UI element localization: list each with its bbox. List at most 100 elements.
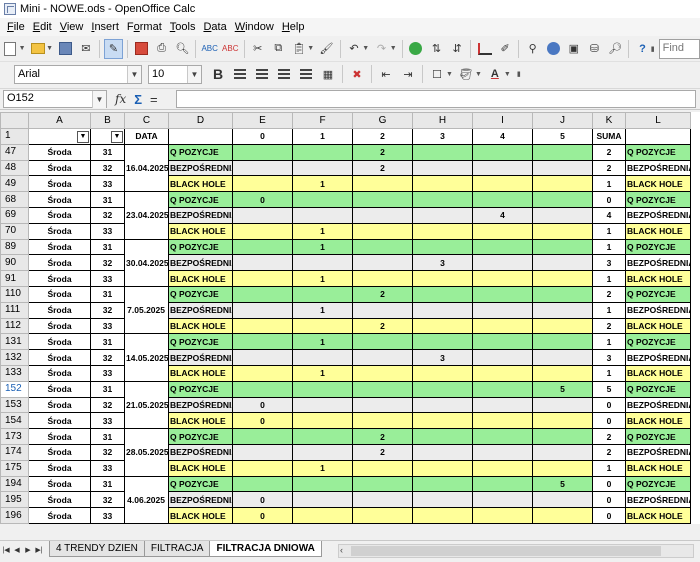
value-cell[interactable] (532, 491, 593, 509)
value-cell[interactable] (532, 396, 593, 414)
day-cell[interactable]: Środa (28, 349, 91, 366)
category-label-cell[interactable]: BLACK HOLE (625, 459, 691, 477)
number-cell[interactable]: 33 (90, 175, 125, 193)
last-sheet-icon[interactable]: ▶| (34, 545, 44, 557)
category-label-cell[interactable]: BEZPOŚREDNIA (625, 396, 691, 414)
header-cell[interactable]: ▼ (28, 128, 91, 145)
header-cell[interactable]: ▼ (90, 128, 125, 145)
category-label-cell[interactable]: Q POZYCJE (625, 333, 691, 351)
value-cell[interactable] (352, 254, 413, 272)
value-cell[interactable] (472, 507, 533, 524)
value-cell[interactable] (412, 364, 473, 382)
sum-cell[interactable]: 0 (592, 507, 626, 524)
autofilter-button[interactable]: ▼ (111, 130, 123, 143)
find-replace-icon[interactable]: ⚲ (523, 39, 542, 59)
category-cell[interactable]: Q POZYCJE (168, 238, 233, 256)
data-sources-icon[interactable]: ⛁ (585, 39, 604, 59)
autofilter-button[interactable]: ▼ (77, 130, 89, 143)
category-cell[interactable]: BEZPOŚREDNIA (168, 206, 233, 224)
chevron-down-icon[interactable]: ▼ (187, 65, 201, 83)
value-cell[interactable] (472, 443, 533, 461)
column-header-b[interactable]: B (90, 112, 125, 129)
menu-tools[interactable]: Tools (166, 18, 200, 36)
day-cell[interactable]: Środa (28, 443, 91, 461)
prev-sheet-icon[interactable]: ◀ (12, 545, 22, 557)
number-cell[interactable]: 32 (90, 254, 125, 272)
value-cell[interactable] (532, 206, 593, 224)
value-cell[interactable]: 3 (412, 349, 473, 366)
value-cell[interactable] (232, 428, 293, 445)
column-header-k[interactable]: K (592, 112, 626, 129)
category-cell[interactable]: BLACK HOLE (168, 222, 233, 240)
category-cell[interactable]: Q POZYCJE (168, 285, 233, 303)
value-cell[interactable] (232, 349, 293, 366)
chevron-down-icon[interactable]: ▼ (475, 71, 482, 78)
day-cell[interactable]: Środa (28, 206, 91, 224)
number-cell[interactable]: 33 (90, 364, 125, 382)
value-cell[interactable] (292, 491, 353, 509)
sheet-tab[interactable]: FILTRACJA (143, 541, 211, 557)
value-cell[interactable] (472, 412, 533, 430)
sum-cell[interactable]: 0 (592, 191, 626, 208)
sum-icon[interactable]: Σ (134, 92, 142, 107)
category-label-cell[interactable]: BLACK HOLE (625, 175, 691, 193)
value-cell[interactable] (532, 428, 593, 445)
row-header[interactable]: 90 (0, 254, 29, 272)
category-cell[interactable]: BEZPOŚREDNIA (168, 301, 233, 319)
value-cell[interactable]: 2 (352, 159, 413, 177)
value-cell[interactable] (292, 349, 353, 366)
category-cell[interactable]: Q POZYCJE (168, 143, 233, 161)
category-cell[interactable]: BEZPOŚREDNIA (168, 254, 233, 272)
next-sheet-icon[interactable]: ▶ (23, 545, 33, 557)
value-cell[interactable] (412, 301, 473, 319)
value-cell[interactable] (412, 428, 473, 445)
day-cell[interactable]: Środa (28, 191, 91, 208)
column-header-d[interactable]: D (168, 112, 233, 129)
redo-icon[interactable]: ↷ (372, 39, 391, 59)
value-cell[interactable] (472, 301, 533, 319)
value-cell[interactable] (292, 507, 353, 524)
value-cell[interactable] (472, 143, 533, 161)
day-cell[interactable]: Środa (28, 159, 91, 177)
scrollbar-thumb[interactable] (351, 546, 661, 556)
header-cell[interactable]: SUMA (592, 128, 626, 145)
date-cell[interactable]: 14.05.2025 (124, 333, 169, 382)
row-header[interactable]: 69 (0, 206, 29, 224)
value-cell[interactable]: 2 (352, 143, 413, 161)
number-cell[interactable]: 31 (90, 285, 125, 303)
value-cell[interactable] (532, 270, 593, 287)
sum-cell[interactable]: 1 (592, 238, 626, 256)
value-cell[interactable] (232, 380, 293, 398)
value-cell[interactable] (352, 349, 413, 366)
cut-icon[interactable]: ✂ (248, 39, 267, 59)
header-cell[interactable]: DATA (124, 128, 169, 145)
column-header-j[interactable]: J (532, 112, 593, 129)
gallery-icon[interactable]: ▣ (565, 39, 584, 59)
number-cell[interactable]: 32 (90, 396, 125, 414)
day-cell[interactable]: Środa (28, 459, 91, 477)
value-cell[interactable] (352, 333, 413, 351)
value-cell[interactable]: 1 (292, 364, 353, 382)
header-cell[interactable]: 2 (352, 128, 413, 145)
row-header[interactable]: 132 (0, 349, 29, 366)
sum-cell[interactable]: 2 (592, 285, 626, 303)
value-cell[interactable] (412, 507, 473, 524)
value-cell[interactable] (292, 380, 353, 398)
menu-view[interactable]: View (56, 18, 88, 36)
day-cell[interactable]: Środa (28, 238, 91, 256)
sum-cell[interactable]: 5 (592, 380, 626, 398)
sum-cell[interactable]: 2 (592, 443, 626, 461)
row-header[interactable]: 89 (0, 238, 29, 256)
value-cell[interactable] (472, 317, 533, 335)
value-cell[interactable] (352, 238, 413, 256)
value-cell[interactable] (232, 238, 293, 256)
row-header[interactable]: 195 (0, 491, 29, 509)
font-color-icon[interactable]: A (485, 64, 505, 84)
value-cell[interactable] (472, 491, 533, 509)
decrease-indent-icon[interactable]: ⇤ (376, 64, 396, 84)
category-label-cell[interactable]: Q POZYCJE (625, 428, 691, 445)
column-header-g[interactable]: G (352, 112, 413, 129)
value-cell[interactable] (352, 191, 413, 208)
value-cell[interactable] (352, 491, 413, 509)
category-cell[interactable]: Q POZYCJE (168, 380, 233, 398)
